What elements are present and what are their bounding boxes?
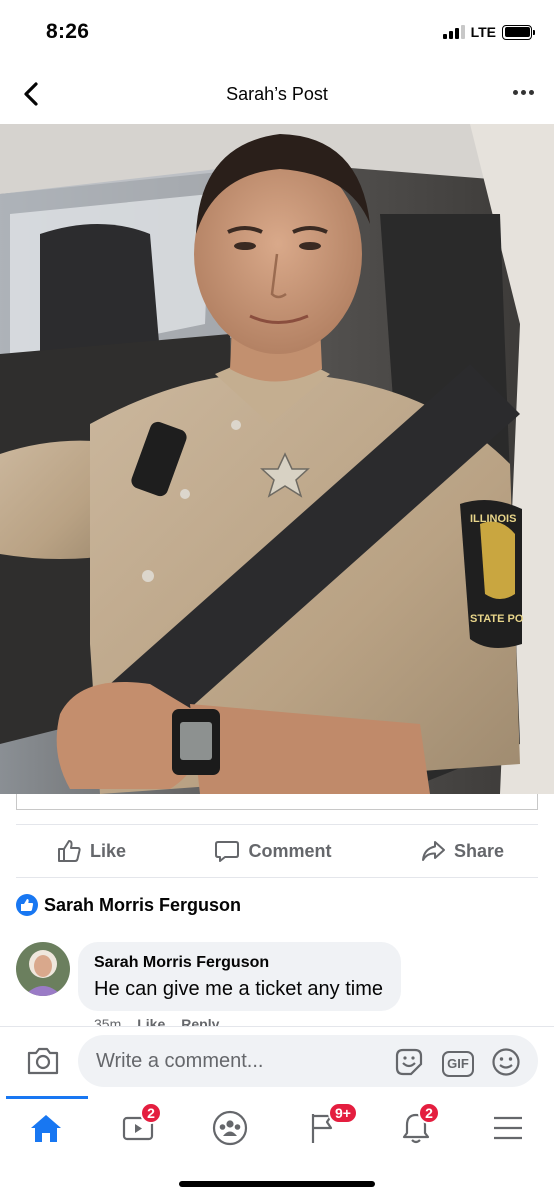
tab-pages[interactable]: 9+	[302, 1102, 358, 1148]
watch-badge: 2	[140, 1102, 162, 1124]
nav-bar: Sarah’s Post	[0, 64, 554, 124]
post-photo[interactable]: ILLINOIS STATE PO	[0, 124, 554, 794]
groups-icon	[212, 1110, 248, 1146]
comment-bubble[interactable]: Sarah Morris Ferguson He can give me a t…	[78, 942, 402, 1011]
status-indicators: LTE	[442, 24, 535, 40]
comment-label: Comment	[248, 840, 332, 861]
network-type: LTE	[470, 24, 496, 40]
reactions-row[interactable]: Sarah Morris Ferguson	[16, 892, 241, 918]
comment-button[interactable]: Comment	[214, 838, 332, 864]
avatar[interactable]	[16, 942, 70, 996]
comment-icon	[215, 841, 240, 862]
bottom-tab-bar: 2 9+ 2	[0, 1096, 554, 1156]
thumbs-up-icon	[58, 840, 81, 862]
photo-illustration: ILLINOIS STATE PO	[0, 124, 554, 794]
gif-button[interactable]: GIF	[442, 1046, 474, 1078]
sticker-button[interactable]	[393, 1046, 425, 1078]
pages-badge: 9+	[328, 1102, 358, 1124]
tab-home[interactable]	[26, 1108, 66, 1148]
more-options-button[interactable]	[513, 90, 534, 95]
patch-text-bottom: STATE PO	[470, 613, 524, 625]
notifications-badge: 2	[418, 1102, 440, 1124]
home-indicator	[179, 1181, 375, 1187]
share-label: Share	[453, 840, 504, 861]
emoji-button[interactable]	[490, 1046, 522, 1078]
comment-text: He can give me a ticket any time	[94, 978, 384, 1000]
like-label: Like	[90, 840, 127, 861]
emoji-icon	[492, 1048, 520, 1076]
active-tab-indicator	[6, 1096, 88, 1099]
share-button[interactable]: Share	[420, 838, 504, 864]
menu-icon	[494, 1116, 522, 1140]
like-badge-icon	[16, 894, 38, 916]
like-button[interactable]: Like	[56, 838, 126, 864]
battery-icon	[502, 24, 535, 40]
camera-button[interactable]	[26, 1045, 60, 1077]
post-actions: Like Comment Share	[16, 824, 538, 878]
status-time: 8:26	[46, 20, 90, 43]
share-icon	[421, 841, 445, 861]
reactor-name: Sarah Morris Ferguson	[44, 894, 242, 915]
patch-text-top: ILLINOIS	[470, 513, 516, 525]
tab-notifications[interactable]: 2	[396, 1102, 440, 1148]
tab-menu[interactable]	[488, 1108, 528, 1148]
camera-icon	[27, 1047, 59, 1075]
gif-icon: GIF	[442, 1050, 474, 1077]
avatar-image	[16, 942, 70, 996]
comment-composer: GIF	[0, 1026, 554, 1096]
link-card-edge	[16, 794, 538, 810]
sticker-icon	[395, 1048, 423, 1076]
home-icon	[31, 1115, 61, 1142]
tab-watch[interactable]: 2	[118, 1102, 162, 1148]
more-horizontal-icon	[513, 90, 518, 95]
comment-author[interactable]: Sarah Morris Ferguson	[94, 954, 383, 972]
page-title: Sarah’s Post	[226, 84, 328, 104]
signal-icon	[442, 25, 465, 39]
status-bar: 8:26 LTE	[0, 0, 554, 64]
tab-groups[interactable]	[210, 1108, 250, 1148]
